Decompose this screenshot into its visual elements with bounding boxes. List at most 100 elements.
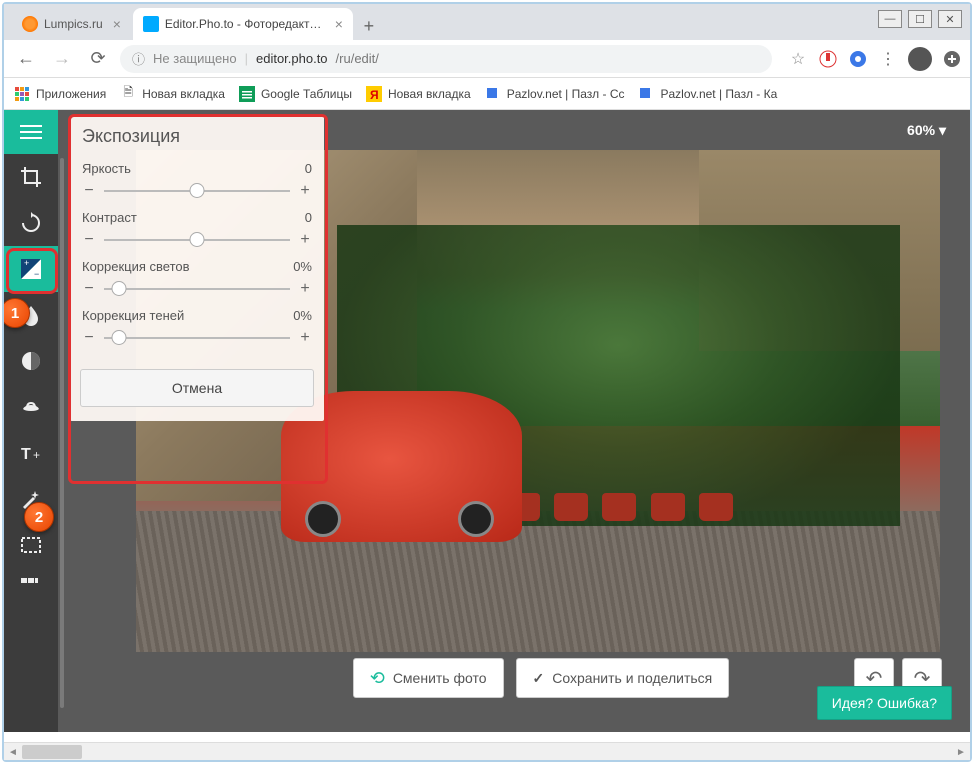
- extension-icon-2[interactable]: [848, 49, 868, 69]
- slider-shadows: Коррекция теней 0% − +: [70, 302, 324, 351]
- tool-sharpen[interactable]: [4, 338, 58, 384]
- horizontal-scrollbar[interactable]: ◄ ►: [4, 742, 970, 760]
- tab-lumpics[interactable]: Lumpics.ru ×: [12, 8, 131, 40]
- window-controls: — ☐ ✕: [878, 10, 962, 28]
- slider-value: 0%: [293, 259, 312, 274]
- tool-exposure[interactable]: +−: [4, 246, 58, 292]
- change-photo-button[interactable]: ⟲ Сменить фото: [353, 658, 504, 698]
- slider-track[interactable]: [104, 190, 290, 192]
- tool-crop[interactable]: [4, 154, 58, 200]
- bookmark-google-sheets[interactable]: Google Таблицы: [239, 86, 352, 102]
- button-label: Сменить фото: [393, 670, 487, 686]
- bookmark-label: Pazlov.net | Пазл - Сс: [507, 87, 625, 101]
- scroll-right-icon[interactable]: ►: [954, 745, 968, 759]
- decrease-button[interactable]: −: [82, 280, 96, 298]
- feedback-button[interactable]: Идея? Ошибка?: [817, 686, 952, 720]
- zoom-value: 60%: [907, 122, 935, 138]
- slider-label: Коррекция теней: [82, 308, 184, 323]
- panel-title: Экспозиция: [70, 116, 324, 155]
- bookmark-pazlov-1[interactable]: Pazlov.net | Пазл - Сс: [485, 86, 625, 102]
- menu-dots-icon[interactable]: ⋮: [878, 49, 898, 69]
- bookmark-pazlov-2[interactable]: Pazlov.net | Пазл - Ка: [638, 86, 777, 102]
- slider-label: Коррекция светов: [82, 259, 190, 274]
- bookmark-new-tab-2[interactable]: Я Новая вкладка: [366, 86, 471, 102]
- save-share-button[interactable]: ✓ Сохранить и поделиться: [516, 658, 730, 698]
- editor-app: +− T+ +: [4, 110, 970, 732]
- puzzle-icon: [638, 86, 654, 102]
- bookmarks-bar: Приложения 🗎 Новая вкладка Google Таблиц…: [4, 78, 970, 110]
- tab-title: Lumpics.ru: [44, 17, 103, 31]
- tool-rotate[interactable]: [4, 200, 58, 246]
- slider-thumb[interactable]: [190, 183, 205, 198]
- sheets-icon: [239, 86, 255, 102]
- bookmark-label: Pazlov.net | Пазл - Ка: [660, 87, 777, 101]
- page-icon: 🗎: [120, 86, 136, 102]
- exposure-panel: Экспозиция Яркость 0 − + Контраст: [70, 116, 324, 421]
- new-tab-button[interactable]: +: [355, 12, 383, 40]
- tool-text[interactable]: T+: [4, 430, 58, 476]
- slider-contrast: Контраст 0 − +: [70, 204, 324, 253]
- increase-button[interactable]: +: [298, 231, 312, 249]
- slider-thumb[interactable]: [190, 232, 205, 247]
- chevron-down-icon: ▾: [939, 122, 946, 138]
- url-host: editor.pho.to: [256, 51, 328, 66]
- close-window-button[interactable]: ✕: [938, 10, 962, 28]
- slider-brightness: Яркость 0 − +: [70, 155, 324, 204]
- zoom-indicator[interactable]: 60% ▾: [907, 122, 946, 139]
- bookmark-label: Новая вкладка: [142, 87, 225, 101]
- svg-text:−: −: [34, 269, 39, 279]
- cancel-button[interactable]: Отмена: [80, 369, 314, 407]
- reload-button[interactable]: ⟳: [84, 45, 112, 73]
- svg-text:T: T: [21, 446, 31, 463]
- puzzle-icon: [485, 86, 501, 102]
- slider-thumb[interactable]: [111, 330, 126, 345]
- apps-shortcut[interactable]: Приложения: [14, 86, 106, 102]
- yandex-icon: Я: [366, 86, 382, 102]
- tool-more[interactable]: [4, 568, 58, 594]
- close-icon[interactable]: ×: [335, 16, 343, 32]
- check-icon: ✓: [533, 670, 545, 687]
- forward-button[interactable]: →: [48, 45, 76, 73]
- decrease-button[interactable]: −: [82, 329, 96, 347]
- divider: |: [245, 51, 248, 66]
- bookmark-label: Google Таблицы: [261, 87, 352, 101]
- profile-avatar[interactable]: [908, 47, 932, 71]
- decrease-button[interactable]: −: [82, 182, 96, 200]
- increase-button[interactable]: +: [298, 280, 312, 298]
- scroll-left-icon[interactable]: ◄: [6, 745, 20, 759]
- browser-tab-bar: Lumpics.ru × Editor.Pho.to - Фоторедакто…: [4, 4, 970, 40]
- tab-title: Editor.Pho.to - Фоторедактор он: [165, 17, 325, 31]
- slider-track[interactable]: [104, 288, 290, 290]
- bookmark-label: Новая вкладка: [388, 87, 471, 101]
- close-icon[interactable]: ×: [113, 16, 121, 32]
- bookmark-label: Приложения: [36, 87, 106, 101]
- slider-track[interactable]: [104, 239, 290, 241]
- slider-value: 0: [305, 210, 312, 225]
- apps-icon: [14, 86, 30, 102]
- decrease-button[interactable]: −: [82, 231, 96, 249]
- back-button[interactable]: ←: [12, 45, 40, 73]
- editor-toolbar: +− T+ +: [4, 110, 58, 732]
- extension-icon-1[interactable]: [818, 49, 838, 69]
- security-label: Не защищено: [153, 51, 237, 66]
- bookmark-new-tab-1[interactable]: 🗎 Новая вкладка: [120, 86, 225, 102]
- slider-label: Яркость: [82, 161, 131, 176]
- slider-track[interactable]: [104, 337, 290, 339]
- increase-button[interactable]: +: [298, 329, 312, 347]
- svg-text:+: +: [24, 258, 29, 268]
- chrome-menu-icon[interactable]: [942, 49, 962, 69]
- hamburger-icon: [20, 125, 42, 139]
- url-path: /ru/edit/: [336, 51, 379, 66]
- maximize-button[interactable]: ☐: [908, 10, 932, 28]
- slider-thumb[interactable]: [111, 281, 126, 296]
- increase-button[interactable]: +: [298, 182, 312, 200]
- tab-photo-editor[interactable]: Editor.Pho.to - Фоторедактор он ×: [133, 8, 353, 40]
- tool-stickers[interactable]: [4, 384, 58, 430]
- scrollbar-thumb[interactable]: [22, 745, 82, 759]
- minimize-button[interactable]: —: [878, 10, 902, 28]
- star-icon[interactable]: ☆: [788, 49, 808, 69]
- url-input[interactable]: ⓘ Не защищено | editor.pho.to/ru/edit/: [120, 45, 772, 73]
- menu-button[interactable]: [4, 110, 58, 154]
- slider-value: 0: [305, 161, 312, 176]
- favicon-icon: [143, 16, 159, 32]
